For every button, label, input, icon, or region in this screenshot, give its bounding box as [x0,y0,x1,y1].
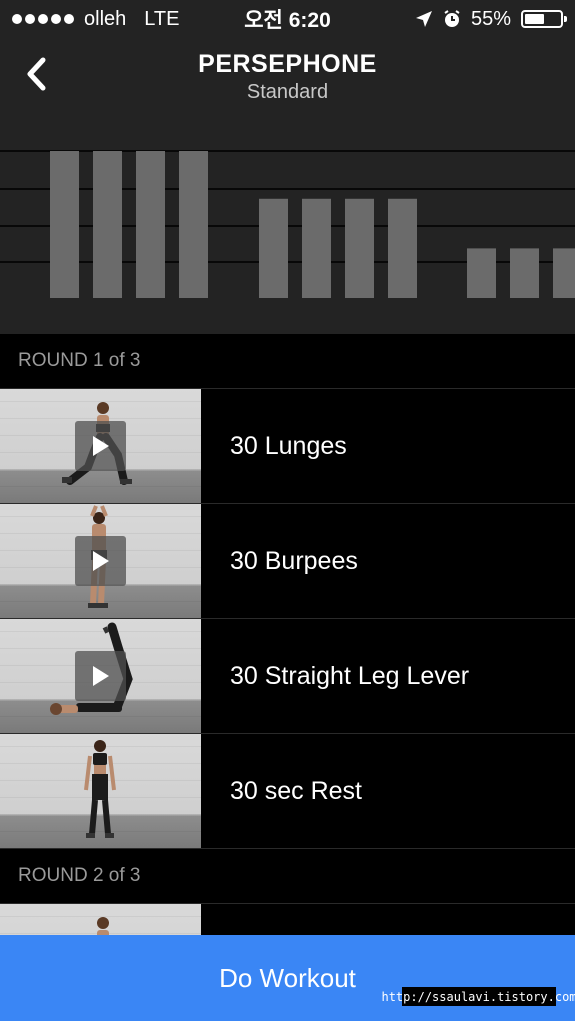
round-header: ROUND 2 of 3 [0,849,575,904]
exercise-name: 30 sec Rest [230,776,363,805]
play-icon [92,666,109,686]
status-time: 오전 6:20 [244,9,331,32]
chart-bar [302,198,331,298]
nav-header: PERSEPHONE Standard [0,38,575,134]
chart-bar [179,151,208,298]
location-arrow-icon [415,11,432,27]
exercise-name: 30 Burpees [230,546,358,575]
signal-strength-icon [12,14,74,24]
exercise-list: ROUND 1 of 3 30 Lunges 30 Burpees 30 Str… [0,334,575,1019]
alarm-icon [444,10,460,27]
exercise-thumbnail [0,619,201,733]
status-bar: olleh LTE 오전 6:20 55% [0,0,575,38]
exercise-thumbnail [0,504,201,618]
round-header: ROUND 1 of 3 [0,334,575,389]
workout-intensity-chart [0,134,575,334]
page-subtitle: Standard [246,81,329,103]
exercise-thumbnail [0,389,201,503]
chart-svg [0,150,575,298]
play-icon [92,551,109,571]
play-video-button[interactable] [75,536,126,586]
chevron-left-icon [27,57,46,91]
exercise-thumbnail [0,734,201,848]
chart-bar [93,151,122,298]
exercise-name: 30 Straight Leg Lever [230,661,470,690]
exercise-name: 30 Lunges [230,431,347,460]
page-title: PERSEPHONE [198,50,377,78]
chart-bar [345,198,374,298]
status-left: olleh LTE [12,8,179,31]
network-label: LTE [144,7,180,30]
play-video-button[interactable] [75,651,126,701]
exercise-row[interactable]: 30 Burpees [0,504,575,619]
battery-icon [521,10,567,28]
chart-bar [259,198,288,298]
chart-bar [136,151,165,298]
exercise-row[interactable]: 30 Lunges [0,389,575,504]
exercise-row[interactable]: 30 Straight Leg Lever [0,619,575,734]
carrier-label: olleh [84,7,127,30]
status-right: 55% [415,7,567,31]
play-video-button[interactable] [75,421,126,471]
chart-bar [467,248,496,298]
chart-bar [50,151,79,298]
back-button[interactable] [18,56,54,92]
chart-bar [510,248,539,298]
watermark: http://ssaulavi.tistory.com [381,987,575,1006]
do-workout-button[interactable]: Do Workout [0,935,575,1021]
exercise-row[interactable]: 30 sec Rest [0,734,575,849]
exercise-figure [84,740,116,838]
battery-percent: 55% [470,7,511,30]
chart-bar [388,198,417,298]
chart-bar [553,248,575,298]
play-icon [92,436,109,456]
